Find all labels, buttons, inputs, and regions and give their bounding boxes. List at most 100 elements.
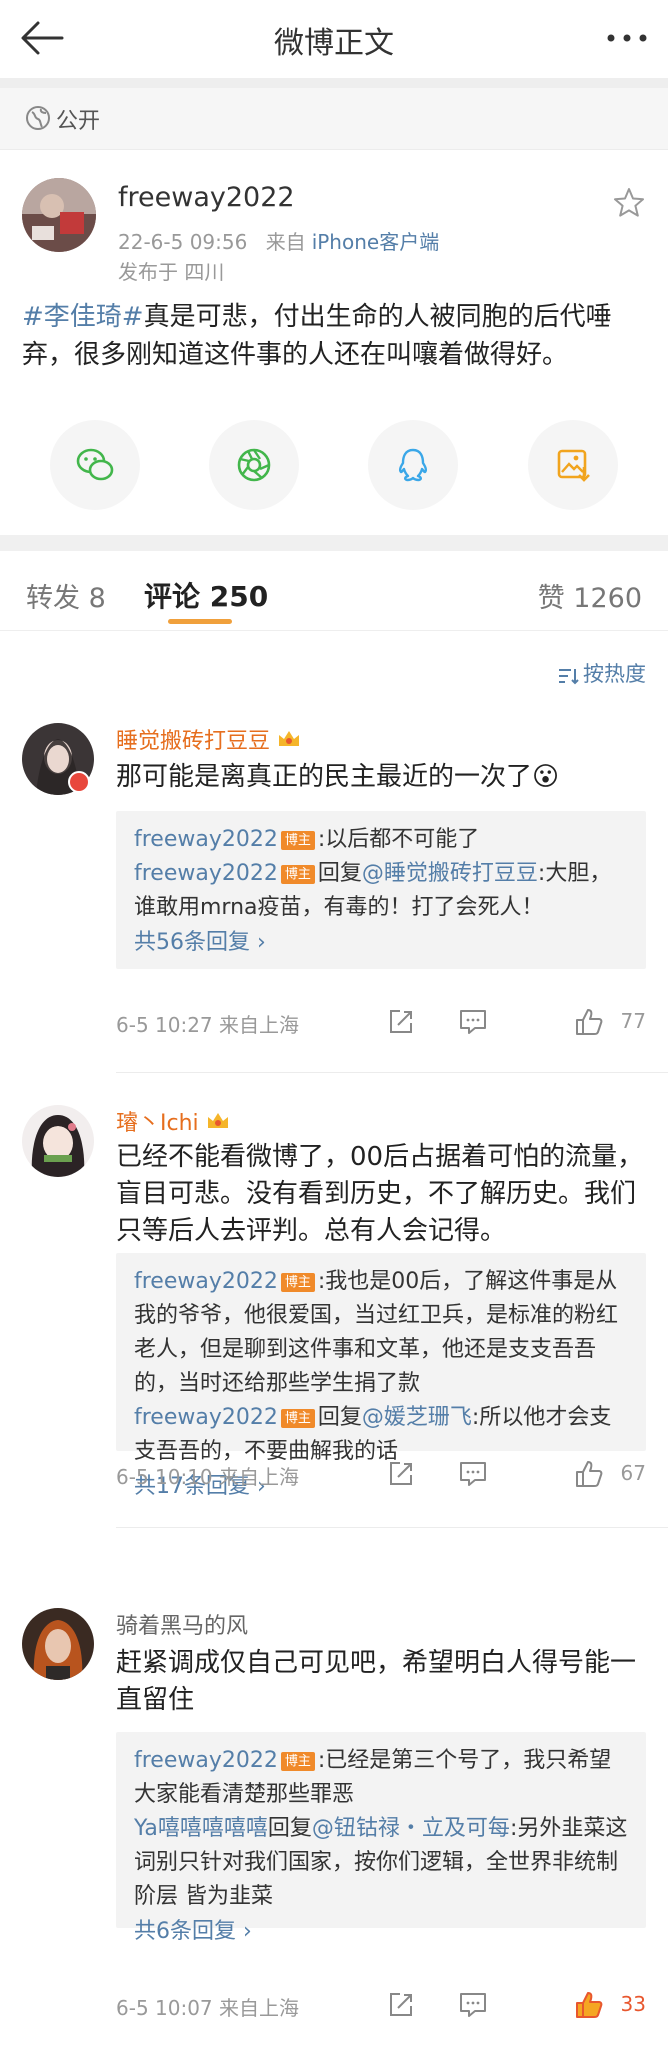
reply-prefix: 回复 <box>317 861 362 886</box>
tab-comments[interactable]: 评论 250 <box>144 575 268 615</box>
comment-text: 那可能是离真正的民主最近的一次了😮 <box>116 762 560 792</box>
comment-actions: 67 <box>386 1455 646 1495</box>
like-thumb-icon[interactable] <box>574 1459 604 1489</box>
share-qq-button[interactable] <box>368 420 458 510</box>
author-badge: 博主 <box>280 865 315 884</box>
reply-box[interactable]: freeway2022 博主:以后都不可能了 freeway2022 博主 回复@睡觉… <box>116 811 646 969</box>
comment-text: 已经不能看微博了，00后占据着可怕的流量，盲目可悲。没有看到历史，不了解历史。我… <box>116 1142 644 1246</box>
weibo-post: freeway2022 22-6-5 09:56 来自 iPhone客户端 发布于… <box>0 150 668 535</box>
more-options-icon[interactable] <box>604 20 650 56</box>
post-location: 发布于 四川 <box>118 260 225 284</box>
share-row <box>0 420 668 512</box>
author-name[interactable]: freeway2022 <box>118 182 295 213</box>
reply-prefix: 回复 <box>267 1816 312 1841</box>
post-content: #李佳琦#真是可悲，付出生命的人被同胞的后代唾弃，很多刚知道这件事的人还在叫嚷着… <box>22 298 646 374</box>
view-all-replies-link[interactable]: 共56条回复 › <box>134 925 630 961</box>
like-thumb-icon[interactable] <box>574 1007 604 1037</box>
qq-icon <box>398 448 428 482</box>
share-moments-button[interactable] <box>209 420 299 510</box>
comment-time: 6-5 10:10 来自上海 <box>116 1465 300 1489</box>
comment-item: 璿丶Ichi 已经不能看微博了，00后占据着可怕的流量，盲目可悲。没有看到历史，… <box>0 1073 668 1528</box>
comment-footer: 6-5 10:27 来自上海 77 <box>116 1003 646 1043</box>
reply-user[interactable]: freeway2022 <box>134 1269 278 1294</box>
feedback-tabs: 转发 8 评论 250 赞 1260 <box>0 551 668 631</box>
comment-footer: 6-5 10:07 来自上海 33 <box>116 1986 646 2026</box>
liked-thumb-icon[interactable] <box>574 1990 604 2020</box>
globe-icon <box>24 104 52 132</box>
commenter-avatar[interactable] <box>22 1105 94 1177</box>
author-badge: 博主 <box>280 1752 315 1771</box>
post-hashtag[interactable]: #李佳琦# <box>22 302 144 332</box>
reply-user[interactable]: freeway2022 <box>134 1405 278 1430</box>
sort-icon <box>557 666 579 685</box>
commenter-name[interactable]: 骑着黑马的风 <box>116 1608 248 1640</box>
share-icon[interactable] <box>386 1459 416 1489</box>
comment-icon[interactable] <box>458 1459 488 1489</box>
view-all-replies-link[interactable]: 共6条回复 › <box>134 1914 630 1950</box>
comment-item: 骑着黑马的风 赶紧调成仅自己可见吧，希望明白人得号能一直留住 freeway20… <box>0 1528 668 2048</box>
tab-reposts[interactable]: 转发 8 <box>26 576 106 615</box>
sort-by-hot-button[interactable]: 按热度 <box>557 658 646 688</box>
post-time: 22-6-5 09:56 <box>118 230 248 254</box>
comment-time: 6-5 10:27 来自上海 <box>116 1013 300 1037</box>
comment-text: 赶紧调成仅自己可见吧，希望明白人得号能一直留住 <box>116 1648 637 1715</box>
wechat-icon <box>76 448 114 481</box>
reply-mention[interactable]: @睡觉搬砖打豆豆 <box>362 861 538 886</box>
save-image-button[interactable] <box>528 420 618 510</box>
reply-mention[interactable]: @媛芝珊飞 <box>362 1405 472 1430</box>
author-badge: 博主 <box>280 1409 315 1428</box>
tab-likes[interactable]: 赞 1260 <box>538 576 642 615</box>
page-title: 微博正文 <box>274 26 394 61</box>
moments-icon <box>237 448 271 482</box>
post-meta: 22-6-5 09:56 来自 iPhone客户端 <box>118 226 439 255</box>
sort-label: 按热度 <box>583 662 646 686</box>
reply-text: :以后都不可能了 <box>317 827 480 852</box>
sort-bar: 按热度 <box>0 631 668 691</box>
reply-item: freeway2022 博主 回复@睡觉搬砖打豆豆:大胆，谁敢用mrna疫苗，有毒的… <box>134 857 630 925</box>
favorite-star-icon[interactable] <box>612 186 646 220</box>
like-count: 33 <box>620 1992 646 2016</box>
crown-icon <box>276 728 302 750</box>
reply-prefix: 回复 <box>317 1405 362 1430</box>
section-separator <box>0 535 668 551</box>
privacy-label: 公开 <box>56 109 101 134</box>
verified-badge-icon <box>68 771 90 793</box>
share-icon[interactable] <box>386 1007 416 1037</box>
reply-item: Ya嘻嘻嘻嘻嘻回复@钮钴禄・立及可每:另外韭菜这词别只针对我们国家，按你们逻辑，… <box>134 1812 630 1914</box>
reply-mention[interactable]: @钮钴禄・立及可每 <box>312 1816 510 1841</box>
header-separator <box>0 78 668 88</box>
reply-item: freeway2022 博主:我也是00后，了解这件事是从我的爷爷，他很爱国，当过… <box>134 1265 630 1401</box>
reply-user[interactable]: freeway2022 <box>134 827 278 852</box>
commenter-name[interactable]: 睡觉搬砖打豆豆 <box>116 723 302 755</box>
active-tab-indicator <box>168 619 232 624</box>
post-source[interactable]: iPhone客户端 <box>312 230 440 254</box>
author-avatar[interactable] <box>22 178 96 252</box>
comment-actions: 33 <box>386 1986 646 2026</box>
comment-icon[interactable] <box>458 1990 488 2020</box>
commenter-avatar[interactable] <box>22 1608 94 1680</box>
commenter-name[interactable]: 璿丶Ichi <box>116 1105 231 1137</box>
like-count: 67 <box>620 1461 646 1485</box>
author-badge: 博主 <box>280 831 315 850</box>
reply-user[interactable]: Ya嘻嘻嘻嘻嘻 <box>134 1816 268 1841</box>
share-wechat-button[interactable] <box>50 420 140 510</box>
comment-footer: 6-5 10:10 来自上海 67 <box>116 1455 646 1495</box>
top-bar: 微博正文 <box>0 0 668 78</box>
reply-item: freeway2022 博主:以后都不可能了 <box>134 823 630 857</box>
save-image-icon <box>557 449 590 482</box>
reply-user[interactable]: freeway2022 <box>134 1748 278 1773</box>
comment-actions: 77 <box>386 1003 646 1043</box>
reply-box[interactable]: freeway2022 博主:我也是00后，了解这件事是从我的爷爷，他很爱国，当过… <box>116 1253 646 1499</box>
share-icon[interactable] <box>386 1990 416 2020</box>
like-count: 77 <box>620 1009 646 1033</box>
privacy-bar: 公开 <box>0 88 668 150</box>
comment-item: 睡觉搬砖打豆豆 那可能是离真正的民主最近的一次了😮 freeway2022 博主:… <box>0 691 668 1073</box>
comment-time: 6-5 10:07 来自上海 <box>116 1996 300 2020</box>
crown-icon <box>205 1110 231 1132</box>
source-prefix: 来自 <box>265 230 306 254</box>
reply-user[interactable]: freeway2022 <box>134 861 278 886</box>
reply-box[interactable]: freeway2022 博主:已经是第三个号了，我只希望大家能看清楚那些罪恶 Ya… <box>116 1732 646 1944</box>
reply-item: freeway2022 博主:已经是第三个号了，我只希望大家能看清楚那些罪恶 <box>134 1744 630 1812</box>
comment-icon[interactable] <box>458 1007 488 1037</box>
author-badge: 博主 <box>280 1273 315 1292</box>
